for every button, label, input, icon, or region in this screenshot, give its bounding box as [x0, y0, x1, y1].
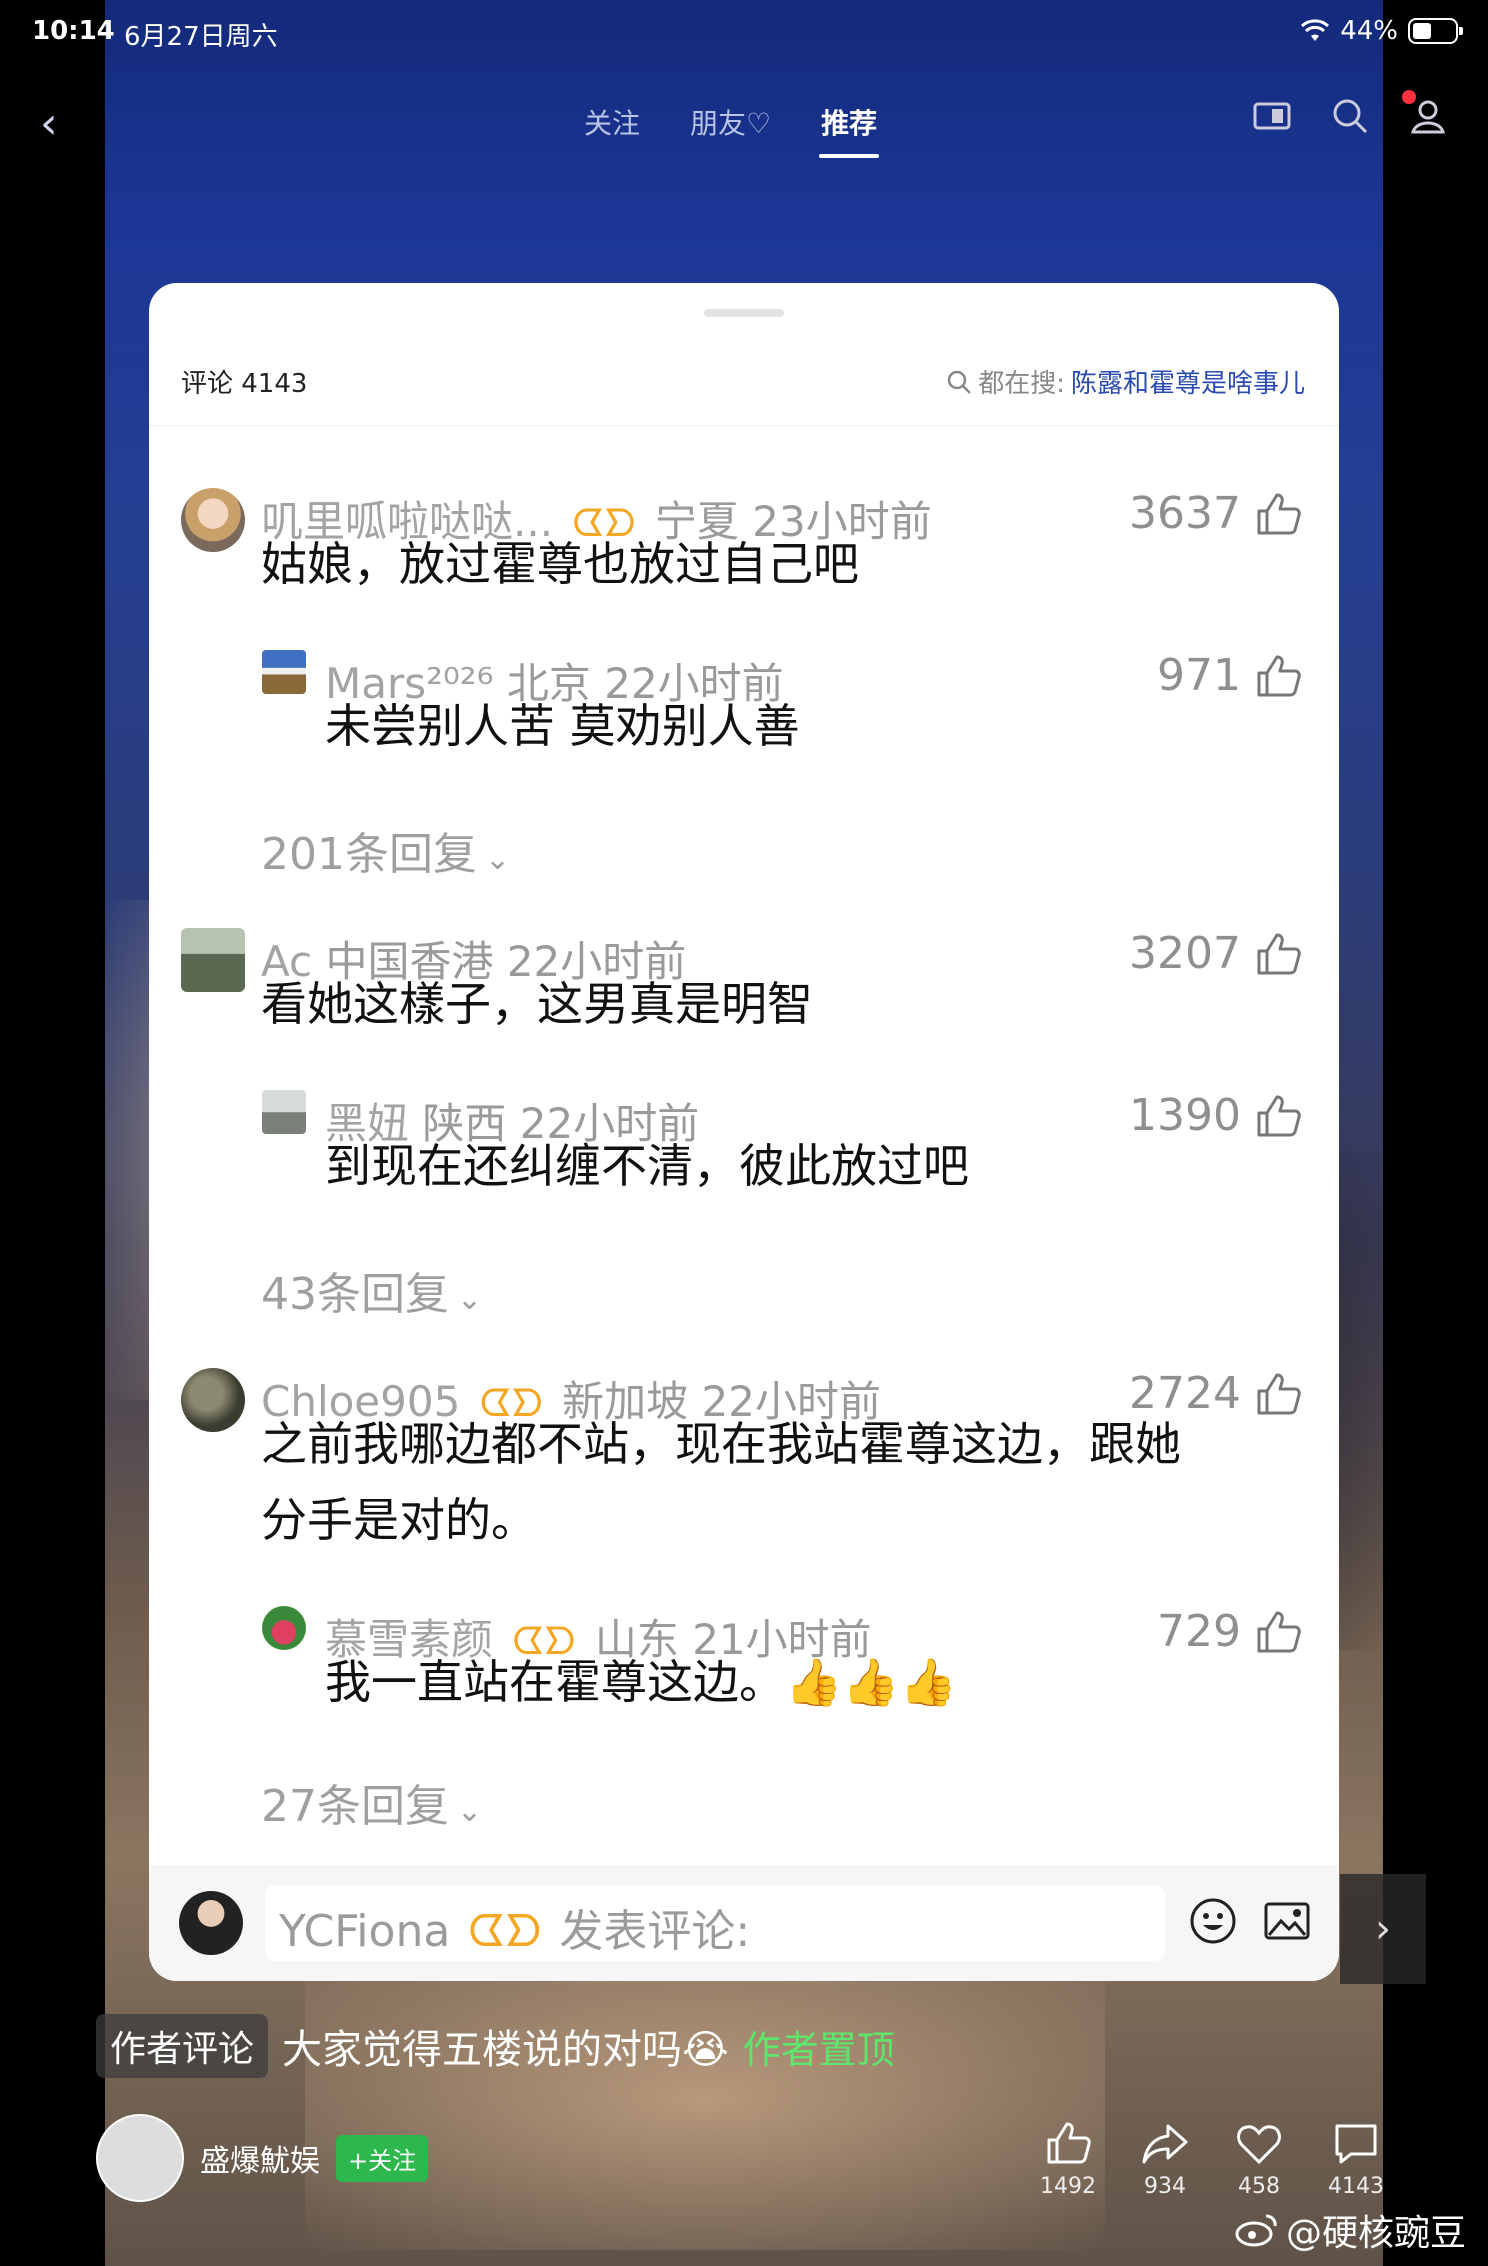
author-name[interactable]: 盛爆魷娱 — [200, 2136, 320, 2180]
comment-text-line: 分手是对的。 — [261, 1493, 537, 1547]
notification-dot — [1402, 90, 1416, 104]
comment-text: 之前我哪边都不站，现在我站霍尊这边，跟她 分手是对的。 — [261, 1406, 1181, 1558]
heart-icon — [1237, 2125, 1281, 2165]
chevron-down-icon: ⌄ — [457, 1794, 483, 1829]
avatar[interactable] — [181, 488, 245, 552]
chevron-right-icon[interactable]: › — [1340, 1874, 1426, 1984]
thumbs-up-icon — [1257, 1611, 1301, 1652]
author-info: 盛爆魷娱 +关注 — [96, 2114, 429, 2202]
like-count: 3207 — [1129, 928, 1241, 979]
chevron-down-icon: ⌄ — [484, 842, 511, 877]
share-action[interactable]: 934 — [1140, 2118, 1190, 2199]
trending-search[interactable]: 都在搜: 陈露和霍尊是啥事儿 — [946, 363, 1305, 400]
search-icon[interactable] — [1330, 96, 1370, 136]
status-date: 6月27日周六 — [124, 22, 278, 52]
replies-count: 43条回复 — [261, 1269, 449, 1320]
share-count: 934 — [1144, 2174, 1186, 2199]
comment-text: 姑娘，放过霍尊也放过自己吧 — [261, 537, 859, 591]
comment-action[interactable]: 4143 — [1328, 2118, 1384, 2199]
top-navigation: ‹ 关注 朋友♡ 推荐 — [0, 90, 1488, 162]
follow-button[interactable]: +关注 — [336, 2134, 429, 2182]
image-icon[interactable] — [1261, 1895, 1313, 1947]
expand-replies-button[interactable]: 201条回复 ⌄ — [261, 818, 510, 882]
thumbs-up-icon — [1257, 493, 1301, 534]
comment-count-stat: 4143 — [1328, 2174, 1384, 2199]
like-button[interactable]: 3207 — [1129, 928, 1303, 979]
author-comment-text: 大家觉得五楼说的对吗😭 — [282, 2027, 729, 2073]
battery-icon — [1408, 18, 1463, 44]
watermark-text: @硬核豌豆 — [1286, 2213, 1467, 2254]
status-time: 10:14 — [32, 16, 115, 46]
input-placeholder: 发表评论: — [559, 1906, 751, 1957]
comment-icon — [1335, 2124, 1377, 2164]
comment-text: 看她这樣子，这男真是明智 — [261, 977, 813, 1031]
pinned-label: 作者置顶 — [742, 2027, 895, 2072]
drag-handle[interactable] — [704, 309, 784, 317]
search-prefix: 都在搜: — [978, 369, 1065, 399]
search-keyword[interactable]: 陈露和霍尊是啥事儿 — [1071, 363, 1305, 400]
favorite-action[interactable]: 458 — [1234, 2118, 1284, 2199]
badge-icon: ᗧᗤ — [468, 1906, 542, 1957]
comments-header: 评论 4143 都在搜: 陈露和霍尊是啥事儿 — [181, 363, 1305, 403]
search-icon — [947, 370, 972, 394]
tab-following[interactable]: 关注 — [584, 102, 640, 142]
battery-percent: 44% — [1340, 16, 1398, 46]
expand-replies-button[interactable]: 43条回复 ⌄ — [261, 1258, 482, 1322]
avatar[interactable] — [262, 1606, 306, 1650]
author-avatar[interactable] — [96, 2114, 184, 2202]
watermark: @硬核豌豆 — [1234, 2204, 1466, 2256]
comment-text-line: 之前我哪边都不站，现在我站霍尊这边，跟她 — [261, 1417, 1181, 1471]
back-icon[interactable]: ‹ — [40, 98, 58, 149]
like-action[interactable]: 1492 — [1040, 2118, 1096, 2199]
replies-count: 27条回复 — [261, 1781, 449, 1832]
favorite-count: 458 — [1238, 2174, 1280, 2199]
thumbs-up-icon — [1257, 1095, 1301, 1136]
comment-count: 评论 4143 — [181, 369, 308, 399]
like-button[interactable]: 3637 — [1129, 488, 1303, 539]
wifi-icon — [1301, 19, 1330, 41]
weibo-icon — [1235, 2214, 1277, 2247]
like-button[interactable]: 971 — [1157, 650, 1303, 701]
author-comment-tag: 作者评论 — [96, 2014, 269, 2078]
author-comment: 作者评论 大家觉得五楼说的对吗😭 作者置顶 — [96, 2014, 895, 2078]
screen-mode-icon[interactable] — [1252, 96, 1292, 136]
like-count: 3637 — [1129, 488, 1241, 539]
status-bar: 10:14 6月27日周六 44% — [0, 0, 1488, 64]
profile-icon[interactable] — [1408, 96, 1448, 136]
like-button[interactable]: 1390 — [1129, 1090, 1303, 1141]
avatar[interactable] — [181, 1368, 245, 1432]
like-count: 729 — [1157, 1606, 1241, 1657]
expand-replies-button[interactable]: 27条回复 ⌄ — [261, 1770, 482, 1834]
share-icon — [1142, 2124, 1188, 2164]
action-bar: 1492 934 458 4143 — [1040, 2118, 1384, 2199]
thumbs-up-icon — [1257, 933, 1301, 974]
avatar[interactable] — [262, 650, 306, 694]
input-username: YCFiona — [279, 1906, 451, 1957]
tab-friends[interactable]: 朋友♡ — [690, 102, 771, 142]
tab-recommended[interactable]: 推荐 — [819, 102, 880, 158]
chevron-down-icon: ⌄ — [457, 1282, 483, 1317]
like-button[interactable]: 729 — [1157, 1606, 1303, 1657]
avatar[interactable] — [262, 1090, 306, 1134]
my-avatar[interactable] — [179, 1891, 243, 1955]
thumbs-up-icon — [1047, 2122, 1091, 2164]
thumbs-up-icon — [1257, 655, 1301, 696]
replies-count: 201条回复 — [261, 829, 477, 880]
comment-input-bar: YCFiona ᗧᗤ 发表评论: — [149, 1865, 1339, 1981]
thumbs-up-icon — [1257, 1373, 1301, 1414]
like-count: 1390 — [1129, 1090, 1241, 1141]
emoji-icon[interactable] — [1187, 1895, 1239, 1947]
comments-panel: 评论 4143 都在搜: 陈露和霍尊是啥事儿 叽里呱啦哒哒... ᗧᗤ 宁夏 2… — [149, 283, 1339, 1981]
like-count: 971 — [1157, 650, 1241, 701]
avatar[interactable] — [181, 928, 245, 992]
reply-text: 到现在还纠缠不清，彼此放过吧 — [325, 1139, 969, 1193]
like-count: 1492 — [1040, 2174, 1096, 2199]
comment-input[interactable]: YCFiona ᗧᗤ 发表评论: — [265, 1885, 1165, 1961]
reply-text: 未尝别人苦 莫劝别人善 — [325, 699, 800, 753]
reply-text: 我一直站在霍尊这边。👍👍👍 — [325, 1655, 957, 1709]
